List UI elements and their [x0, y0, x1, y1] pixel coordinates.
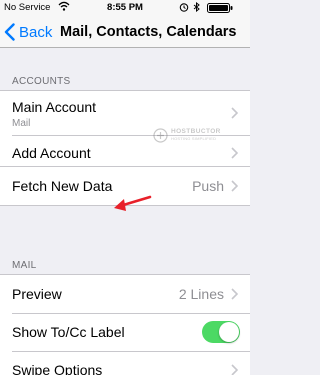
- fetch-new-data-label: Fetch New Data: [12, 178, 113, 194]
- preview-label: Preview: [12, 286, 62, 302]
- chevron-left-icon: [4, 23, 15, 41]
- section-header-accounts: ACCOUNTS: [12, 76, 71, 87]
- show-tocc-cell: Show To/Cc Label: [0, 313, 250, 351]
- red-arrow-icon: [114, 195, 152, 211]
- main-account-label: Main Account: [12, 99, 97, 115]
- chevron-right-icon: [231, 288, 238, 300]
- bluetooth-icon: [193, 2, 200, 12]
- watermark-logo: HOSTBUCTOR HOSTING SIMPLIFIED: [153, 128, 227, 144]
- page-title: Mail, Contacts, Calendars: [60, 24, 237, 40]
- swipe-options-cell[interactable]: Swipe Options: [0, 351, 250, 375]
- watermark-title: HOSTBUCTOR: [171, 128, 221, 135]
- status-bar: No Service 8:55 PM: [0, 0, 250, 16]
- show-tocc-label: Show To/Cc Label: [12, 324, 125, 340]
- add-account-label: Add Account: [12, 145, 91, 161]
- battery-icon: [207, 3, 233, 13]
- alarm-icon: [179, 3, 189, 12]
- watermark-logo-icon: [153, 128, 168, 143]
- preview-value: 2 Lines: [178, 286, 224, 302]
- chevron-right-icon: [231, 364, 238, 375]
- preview-cell[interactable]: Preview 2 Lines: [0, 275, 250, 313]
- chevron-right-icon: [231, 180, 238, 192]
- chevron-right-icon: [231, 107, 238, 119]
- watermark-subtitle: HOSTING SIMPLIFIED: [171, 136, 217, 141]
- navigation-bar: Back Mail, Contacts, Calendars: [0, 16, 250, 48]
- swipe-options-label: Swipe Options: [12, 362, 103, 375]
- toggle-knob: [219, 322, 239, 342]
- main-account-subtitle: Mail: [12, 118, 31, 129]
- mail-group: Preview 2 Lines Show To/Cc Label Swipe O…: [0, 274, 250, 375]
- section-header-mail: MAIL: [12, 260, 37, 271]
- fetch-new-data-value: Push: [192, 178, 224, 194]
- show-tocc-toggle[interactable]: [202, 321, 240, 343]
- back-button[interactable]: Back: [4, 22, 52, 42]
- back-label: Back: [19, 23, 53, 41]
- chevron-right-icon: [231, 147, 238, 159]
